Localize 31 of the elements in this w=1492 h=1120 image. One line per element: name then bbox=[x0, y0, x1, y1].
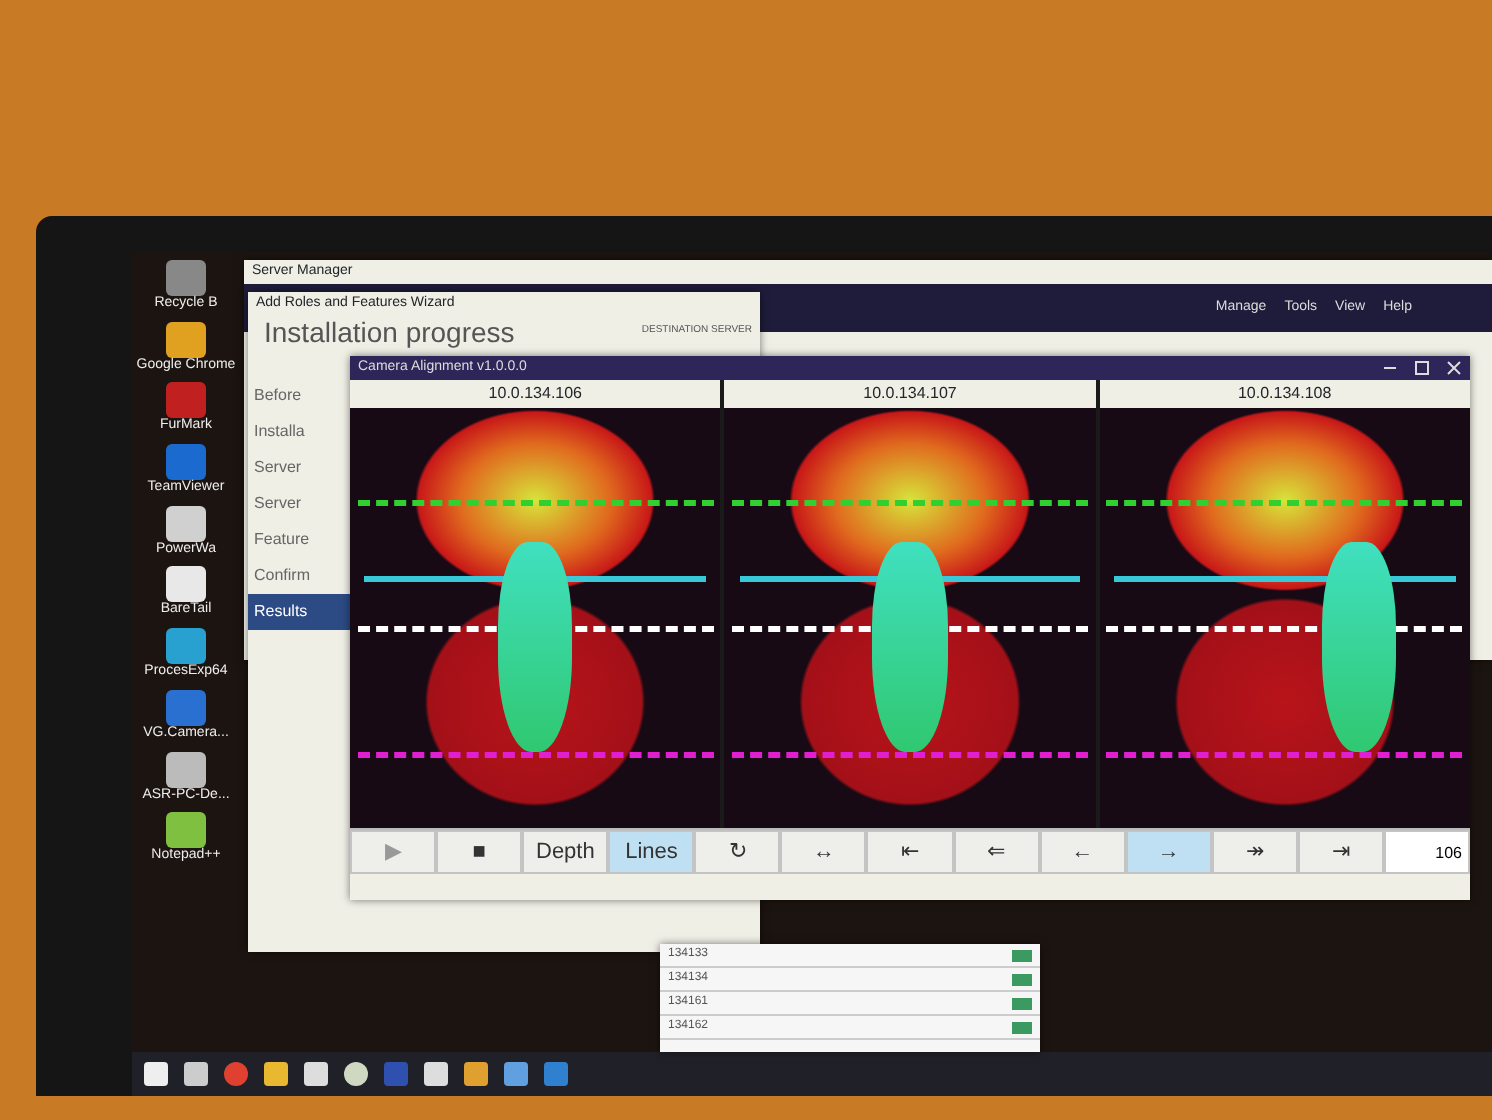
wizard-step[interactable]: Before bbox=[248, 378, 356, 415]
toolbar-button[interactable]: ⇥ bbox=[1297, 830, 1384, 874]
toolbar-button[interactable]: ← bbox=[1039, 830, 1126, 874]
camera-label: 10.0.134.107 bbox=[861, 382, 959, 406]
app-icon[interactable] bbox=[166, 628, 206, 665]
app-icon[interactable] bbox=[166, 321, 206, 358]
page-heading: Installation progress bbox=[262, 316, 517, 351]
toolbar-button[interactable]: ↔ bbox=[780, 830, 867, 874]
toolbar-button[interactable]: Depth bbox=[522, 830, 609, 874]
app-icon[interactable] bbox=[166, 566, 206, 603]
frame-field[interactable]: 106 bbox=[1383, 830, 1470, 874]
toolbar-button[interactable]: ⇐ bbox=[953, 830, 1040, 874]
toolbar-button[interactable]: ↠ bbox=[1211, 830, 1298, 874]
wizard-step[interactable]: Confirm bbox=[248, 558, 356, 595]
toolbar-button[interactable]: → bbox=[1125, 830, 1212, 874]
wizard-step[interactable]: Server bbox=[248, 486, 356, 523]
app-icon[interactable] bbox=[166, 812, 206, 849]
wizard-step[interactable]: Installa bbox=[248, 414, 356, 451]
wizard-step[interactable]: Feature bbox=[248, 522, 356, 559]
app-icon[interactable] bbox=[166, 751, 206, 787]
camera-label: 10.0.134.106 bbox=[486, 382, 585, 406]
toolbar-button[interactable]: Lines bbox=[608, 830, 695, 874]
maximize-icon[interactable] bbox=[1414, 360, 1430, 376]
wizard-step[interactable]: Server bbox=[248, 450, 356, 487]
toolbar-button[interactable]: ⇤ bbox=[866, 830, 954, 874]
wizard-step[interactable]: Results bbox=[248, 594, 356, 631]
close-icon[interactable] bbox=[1446, 360, 1462, 376]
camera-label: 10.0.134.108 bbox=[1235, 382, 1334, 406]
app-icon[interactable] bbox=[166, 505, 206, 542]
toolbar-button[interactable]: ↻ bbox=[694, 830, 781, 874]
toolbar-button[interactable]: ■ bbox=[436, 830, 523, 874]
